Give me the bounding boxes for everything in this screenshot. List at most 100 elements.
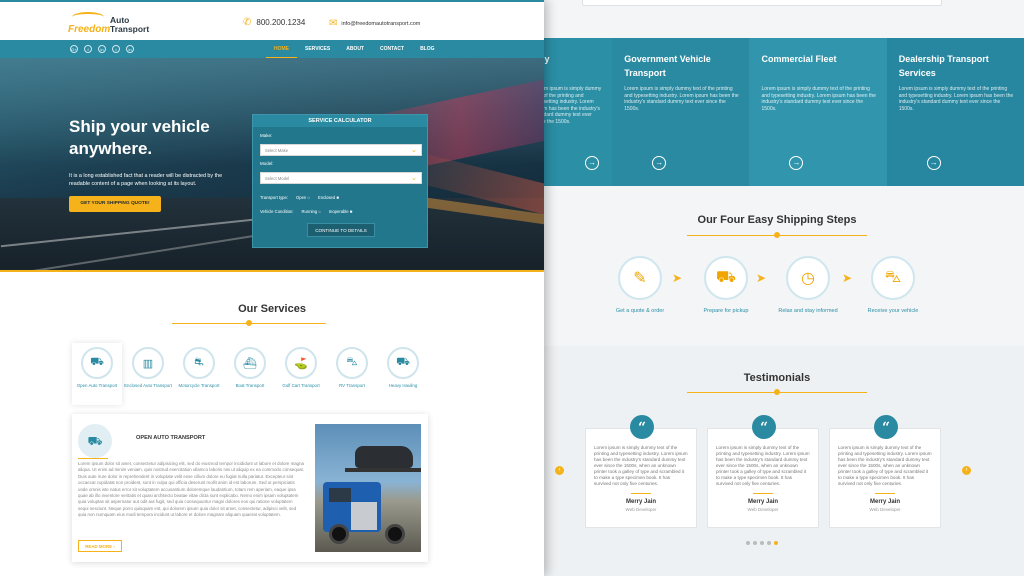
pagination-dot[interactable] [746,541,750,545]
testimonials-heading: Testimonials [743,372,811,384]
read-more-button[interactable]: READ MORE › [78,540,122,552]
arrow-right-icon[interactable]: → [926,156,941,170]
arrow-right-icon[interactable]: → [585,156,599,170]
email-contact[interactable]: ✉ info@freedomautotransport.com [329,18,420,29]
rv-icon: ⛍ [336,347,368,379]
service-cards-row: any Lorem ipsum is simply dummy text of … [530,38,1024,186]
steps-heading: Our Four Easy Shipping Steps [697,214,857,226]
testimonial-text: Lorem ipsum is simply dummy text of the … [594,445,688,486]
phone-contact[interactable]: ✆ 800.200.1234 [243,17,305,28]
testimonial-text: Lorem ipsum is simply dummy text of the … [716,445,810,486]
transport-type-label: Transport type: [260,195,289,200]
truck-wheel [329,524,349,544]
step-label: Receive your vehicle [867,308,919,314]
continue-button[interactable]: CONTINUE TO DETAILS [307,223,375,237]
service-tab-motorcycle[interactable]: ⛐ Motorcycle Transport [174,347,224,389]
card-title: any [534,52,602,82]
card-text: Lorem ipsum is simply dummy text of the … [761,86,876,112]
transport-open-radio[interactable]: Open ○ [296,195,310,200]
nav-blog[interactable]: BLOG [412,40,442,58]
chevron-down-icon: ⌄ [411,147,417,154]
nav-contact[interactable]: CONTACT [372,40,412,58]
quote-icon: “ [630,415,654,439]
pagination-dot[interactable] [760,541,764,545]
make-label: Make: [260,133,273,138]
condition-label: Vehicle Condition: [260,209,294,214]
pagination-dot-active[interactable] [774,541,778,545]
calculator-title: SERVICE CALCULATOR [253,115,427,127]
arrow-right-icon: ➤ [842,271,853,285]
car-icon: ⛍ [871,256,915,300]
heading-underline-dot [774,389,780,395]
service-tab-rv[interactable]: ⛍ RV Transport [327,347,377,389]
radio-label: Inoperable [328,209,349,214]
card-title: Government Vehicle Transport [624,54,711,78]
nav-home[interactable]: HOME [266,40,297,58]
service-detail-text: Lorem ipsum dolor sit amet, consectetur … [78,461,304,518]
step-item: ✎ Get a quote & order [600,256,680,314]
social-links: G+ f in t in [70,45,134,53]
linkedin-icon[interactable]: in [98,45,106,53]
site-header: Freedom Auto Transport ✆ 800.200.1234 ✉ … [0,0,544,40]
quote-icon: “ [874,415,898,439]
heavy-hauler-icon: ⛟ [387,347,419,379]
nav-about[interactable]: ABOUT [338,40,372,58]
next-arrow-icon[interactable]: › [962,466,971,475]
service-tab-label: RV Transport [339,383,365,388]
instagram-icon[interactable]: in [126,45,134,53]
testimonial-role: Web Developer [869,507,901,512]
model-select-value: Select Model [265,176,290,181]
service-tab-open-auto[interactable]: ⛟ Open Auto Transport [72,343,122,405]
testimonial-role: Web Developer [625,507,657,512]
get-quote-button[interactable]: GET YOUR SHIPPING QUOTE! [69,196,161,212]
services-heading: Our Services [238,303,306,315]
make-select[interactable]: Select Make ⌄ [260,144,422,156]
pagination-dot[interactable] [767,541,771,545]
google-plus-icon[interactable]: G+ [70,45,78,53]
truck-icon: ⛟ [78,424,112,458]
nav-services[interactable]: SERVICES [297,40,338,58]
truck-wheel [385,524,405,544]
step-item: ⛍ Receive your vehicle [853,256,933,314]
service-tab-label: Motorcycle Transport [178,383,220,388]
service-tab-boat[interactable]: ⛴ Boat Transport [225,347,275,389]
arrow-right-icon[interactable]: → [789,156,804,170]
divider [78,458,108,459]
service-calculator: SERVICE CALCULATOR Make: Select Make ⌄ M… [252,114,428,248]
logo-brand: Freedom [68,24,111,35]
radio-label: Open [296,195,307,200]
nav-menu: HOME SERVICES ABOUT CONTACT BLOG [266,40,443,58]
phone-icon: ✆ [243,17,252,28]
arrow-right-icon[interactable]: → [652,156,667,170]
service-tab-label: Heavy Hauling [388,383,418,388]
testimonial-name: Merry Jain [747,499,778,505]
facebook-icon[interactable]: f [84,45,92,53]
testimonial-name: Merry Jain [869,499,900,505]
service-tab-golf-cart[interactable]: ⛳ Golf Cart Transport [276,347,326,389]
service-card[interactable]: Government Vehicle Transport Lorem ipsum… [612,38,750,186]
condition-inoperable-radio[interactable]: Inoperable ■ [329,209,353,214]
hero-section: Ship your vehicle anywhere. It is a long… [0,58,544,272]
service-tab-enclosed[interactable]: ▥ Enclosed Auto Transport [123,347,173,389]
clipboard-icon: ✎ [618,256,662,300]
service-card[interactable]: Commercial Fleet Lorem ipsum is simply d… [749,38,887,186]
service-tab-heavy-hauling[interactable]: ⛟ Heavy Hauling [378,347,428,389]
enclosed-trailer-icon: ▥ [132,347,164,379]
logo[interactable]: Freedom Auto Transport [68,12,158,38]
motorcycle-icon: ⛐ [183,347,215,379]
transport-enclosed-radio[interactable]: Enclosed ■ [318,195,339,200]
vehicle-condition-row: Vehicle Condition: Running ○ Inoperable … [260,209,352,214]
prev-arrow-icon[interactable]: ‹ [555,466,564,475]
condition-running-radio[interactable]: Running ○ [302,209,321,214]
model-select[interactable]: Select Model ⌄ [260,172,422,184]
main-page-view: Freedom Auto Transport ✆ 800.200.1234 ✉ … [0,0,544,576]
service-detail-panel: ⛟ OPEN AUTO TRANSPORT Lorem ipsum dolor … [72,414,428,562]
quote-icon: “ [752,415,776,439]
service-tab-label: Boat Transport [235,383,265,388]
twitter-icon[interactable]: t [112,45,120,53]
logo-swoosh [72,12,104,22]
truck-rack [345,468,421,472]
service-card[interactable]: Dealership Transport Services Lorem ipsu… [886,38,1024,186]
chevron-down-icon: ⌄ [411,175,417,182]
pagination-dot[interactable] [753,541,757,545]
